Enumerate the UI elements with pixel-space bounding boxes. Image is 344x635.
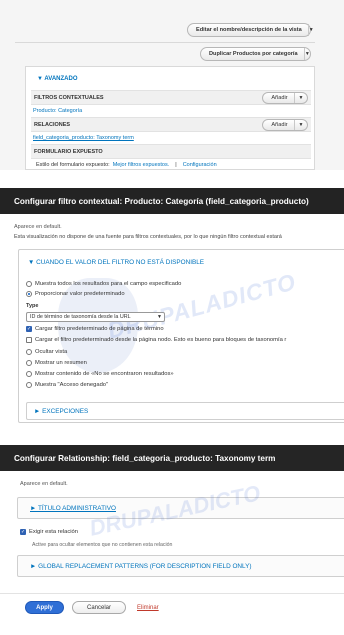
- configuration-link[interactable]: Configuración: [183, 162, 217, 168]
- global-patterns-toggle[interactable]: ► GLOBAL REPLACEMENT PATTERNS (FOR DESCR…: [30, 563, 252, 570]
- apply-button[interactable]: Apply: [25, 601, 64, 614]
- admin-title-toggle[interactable]: ► TÍTULO ADMINISTRATIVO: [30, 505, 116, 512]
- option-label: Mostrar un resumen: [35, 360, 87, 366]
- add-relationship-button[interactable]: Añadir ▼: [262, 119, 308, 131]
- unavailable-legend[interactable]: ▼ CUANDO EL VALOR DEL FILTRO NO ESTÁ DIS…: [28, 259, 204, 266]
- appears-in-text: Aparece en default.: [20, 481, 68, 487]
- type-select-value: ID de término de taxonomía desde la URL: [30, 314, 131, 320]
- no-source-note: Esta visualización no dispone de una fue…: [14, 234, 282, 240]
- radio-button[interactable]: [26, 360, 32, 366]
- duplicate-label: Duplicar Productos por categoría: [209, 51, 298, 57]
- type-label: Type: [26, 303, 39, 309]
- checkbox-load-default[interactable]: ✓ Cargar filtro predeterminado de página…: [26, 326, 164, 332]
- exposed-style-label: Estilo del formulario expuesto:: [36, 162, 110, 168]
- exposed-style-row: Estilo del formulario expuesto: Mejor fi…: [36, 162, 217, 168]
- contextual-filters-heading: FILTROS CONTEXTUALES: [34, 95, 104, 101]
- option-label: Ocultar vista: [35, 349, 68, 355]
- relationship-dialog: Configurar Relationship: field_categoria…: [0, 440, 344, 630]
- exposed-form-header: FORMULARIO EXPUESTO: [31, 144, 311, 159]
- option-no-results[interactable]: Mostrar contenido de «No se encontraron …: [26, 371, 174, 377]
- radio-button[interactable]: [26, 382, 32, 388]
- require-description: Active para ocultar elementos que no con…: [32, 542, 173, 548]
- option-label: Proporcionar valor predeterminado: [35, 291, 125, 297]
- option-label: Muestra todos los resultados para el cam…: [35, 281, 182, 287]
- exposed-style-link[interactable]: Mejor filtros expuestos.: [113, 162, 170, 168]
- advanced-toggle[interactable]: ▼ AVANZADO: [37, 76, 78, 82]
- checkbox-label: Cargar filtro predeterminado de página d…: [35, 326, 164, 332]
- chevron-down-icon: ▼: [157, 314, 162, 320]
- option-access-denied[interactable]: Muestra "Acceso denegado": [26, 382, 108, 388]
- cancel-button[interactable]: Cancelar: [72, 601, 126, 614]
- type-select[interactable]: ID de término de taxonomía desde la URL …: [26, 312, 165, 322]
- option-default-value[interactable]: Proporcionar valor predeterminado: [26, 291, 125, 297]
- relationships-heading: RELACIONES: [34, 122, 71, 128]
- checkbox-checked[interactable]: ✓: [20, 529, 26, 535]
- delete-link[interactable]: Eliminar: [137, 605, 159, 611]
- edit-name-description-label: Editar el nombre/descripción de la vista: [196, 27, 302, 33]
- add-label: Añadir: [271, 95, 288, 101]
- radio-button-selected[interactable]: [26, 291, 32, 297]
- chevron-down-icon[interactable]: ▼: [294, 93, 307, 103]
- checkbox-checked[interactable]: ✓: [26, 326, 32, 332]
- option-show-all[interactable]: Muestra todos los resultados para el cam…: [26, 281, 181, 287]
- option-label: Mostrar contenido de «No se encontraron …: [35, 371, 174, 377]
- radio-button[interactable]: [26, 371, 32, 377]
- radio-button[interactable]: [26, 281, 32, 287]
- checkbox[interactable]: [26, 337, 32, 343]
- dialog-title: Configurar filtro contextual: Producto: …: [14, 196, 309, 206]
- appears-in-text: Aparece en default.: [14, 224, 62, 230]
- chevron-down-icon[interactable]: ▼: [307, 24, 314, 36]
- duplicate-button[interactable]: Duplicar Productos por categoría ▼: [200, 47, 311, 61]
- exceptions-toggle[interactable]: ► EXCEPCIONES: [34, 408, 88, 415]
- dialog-title: Configurar Relationship: field_categoria…: [14, 453, 276, 463]
- add-contextual-filter-button[interactable]: Añadir ▼: [262, 92, 308, 104]
- checkbox-label: Cargar el filtro predeterminado desde la…: [35, 337, 287, 343]
- add-label: Añadir: [271, 122, 288, 128]
- contextual-filter-dialog: Configurar filtro contextual: Producto: …: [0, 188, 344, 432]
- contextual-filter-item[interactable]: Producto: Categoría: [33, 108, 82, 114]
- views-advanced-panel: Editar el nombre/descripción de la vista…: [0, 0, 344, 170]
- option-hide-view[interactable]: Ocultar vista: [26, 349, 67, 355]
- relationship-item[interactable]: field_categoria_producto: Taxonomy term: [33, 135, 134, 141]
- checkbox-label: Exigir esta relación: [29, 529, 78, 535]
- exposed-form-heading: FORMULARIO EXPUESTO: [34, 149, 103, 155]
- option-label: Muestra "Acceso denegado": [35, 382, 109, 388]
- require-relationship-checkbox[interactable]: ✓ Exigir esta relación: [20, 529, 78, 535]
- checkbox-load-node[interactable]: Cargar el filtro predeterminado desde la…: [26, 337, 286, 343]
- watermark-text: DRUPALADICTO: [87, 480, 263, 541]
- chevron-down-icon[interactable]: ▼: [303, 48, 310, 60]
- edit-name-description-button[interactable]: Editar el nombre/descripción de la vista…: [187, 23, 314, 37]
- dialog-title-bar: Configurar Relationship: field_categoria…: [0, 445, 344, 471]
- chevron-down-icon[interactable]: ▼: [294, 120, 307, 130]
- separator: |: [175, 162, 177, 168]
- radio-button[interactable]: [26, 349, 32, 355]
- dialog-title-bar: Configurar filtro contextual: Producto: …: [0, 188, 344, 214]
- option-summary[interactable]: Mostrar un resumen: [26, 360, 87, 366]
